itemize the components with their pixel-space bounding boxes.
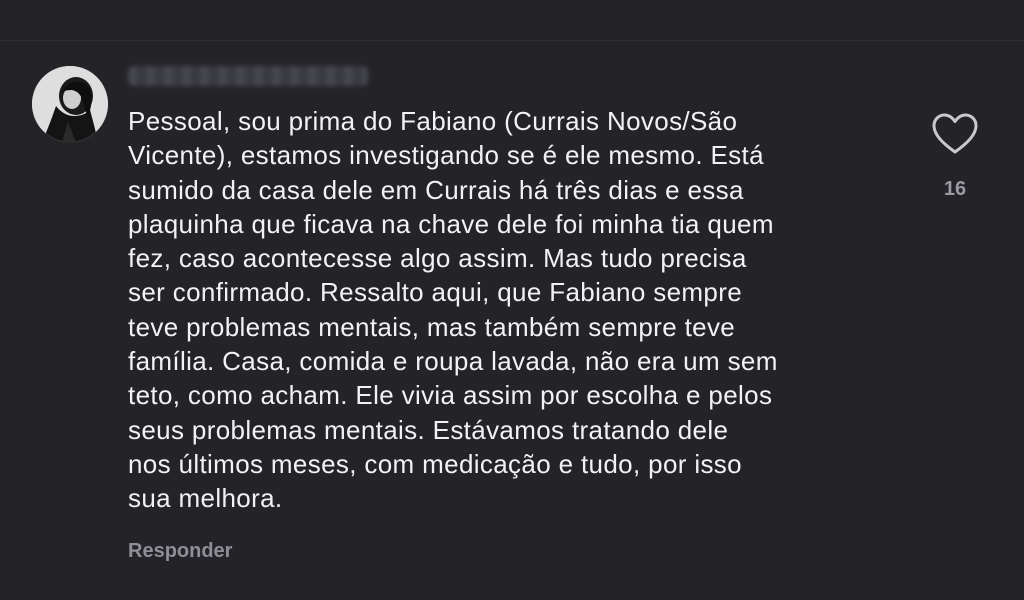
comment-text: Pessoal, sou prima do Fabiano (Currais N… <box>128 106 778 514</box>
avatar-photo-icon <box>32 66 108 142</box>
comment-item: Pessoal, sou prima do Fabiano (Currais N… <box>0 0 1024 600</box>
heart-outline-icon <box>932 113 978 154</box>
username-blurred <box>128 66 368 86</box>
user-avatar[interactable] <box>32 66 108 142</box>
like-count: 16 <box>943 178 967 200</box>
like-button[interactable] <box>931 112 979 156</box>
reply-button[interactable]: Responder <box>128 540 232 563</box>
